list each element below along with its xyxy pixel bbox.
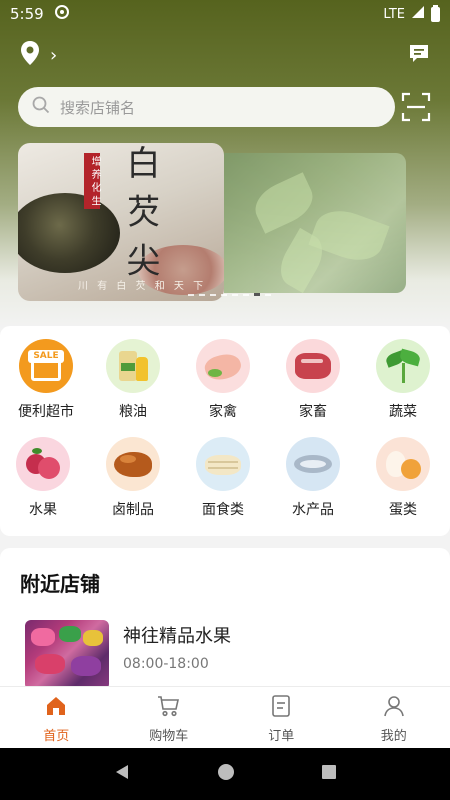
cart-icon	[157, 695, 181, 721]
app-notification-icon	[54, 4, 70, 24]
indicator-dot	[265, 293, 271, 296]
braised-food-icon	[106, 437, 160, 491]
tab-home[interactable]: 首页	[0, 687, 113, 748]
status-time: 5:59	[10, 5, 44, 23]
category-egg[interactable]: 蛋类	[363, 437, 443, 519]
category-grid: SALE 便利超市 粮油 家禽 家畜 蔬菜 水果 卤制品 面食类 水产品 蛋类	[0, 326, 450, 536]
category-poultry[interactable]: 家禽	[183, 339, 263, 421]
indicator-dot	[199, 293, 205, 296]
category-label: 家畜	[299, 404, 327, 420]
category-label: 水果	[29, 502, 57, 518]
noodle-icon	[196, 437, 250, 491]
battery-icon	[431, 4, 440, 22]
category-label: 卤制品	[112, 502, 154, 518]
home-circle-icon[interactable]	[217, 763, 235, 785]
indicator-dot	[188, 293, 194, 296]
promo-banner[interactable]: 增 养 化 生 白 芡 尖 川 有 白 芡 和 天 下	[18, 143, 406, 303]
tab-label: 订单	[268, 729, 295, 744]
category-label: 蔬菜	[389, 404, 417, 420]
tab-label: 购物车	[149, 729, 189, 744]
category-supermarket[interactable]: SALE 便利超市	[6, 339, 86, 421]
category-label: 水产品	[292, 502, 334, 518]
supermarket-sale-icon: SALE	[19, 339, 73, 393]
category-label: 面食类	[202, 502, 244, 518]
message-icon[interactable]	[408, 42, 430, 68]
indicator-dot	[243, 293, 249, 296]
profile-icon	[383, 695, 405, 721]
tab-cart[interactable]: 购物车	[113, 687, 226, 748]
category-seafood[interactable]: 水产品	[273, 437, 353, 519]
tea-leaves-image	[18, 193, 120, 273]
store-hours: 08:00-18:00	[123, 656, 209, 672]
leaf-shape	[248, 172, 320, 234]
indicator-dot-active	[254, 293, 260, 296]
back-icon[interactable]	[113, 763, 131, 785]
tab-label: 首页	[43, 729, 70, 744]
scan-icon[interactable]	[401, 92, 431, 122]
banner-title: 白 芡 尖	[120, 145, 160, 279]
system-nav-bar	[0, 748, 450, 800]
seafood-icon	[286, 437, 340, 491]
category-label: 便利超市	[18, 404, 74, 420]
bottom-tab-bar: 首页 购物车 订单 我的	[0, 686, 450, 748]
category-vegetable[interactable]: 蔬菜	[363, 339, 443, 421]
livestock-meat-icon	[286, 339, 340, 393]
store-thumbnail[interactable]	[25, 620, 109, 690]
category-fruit[interactable]: 水果	[3, 437, 83, 519]
tab-label: 我的	[380, 729, 407, 744]
recents-icon[interactable]	[321, 764, 337, 784]
location-row: ›	[20, 40, 430, 70]
indicator-dot	[221, 293, 227, 296]
nearby-stores-section: 附近店铺 神往精品水果 08:00-18:00	[0, 548, 450, 698]
category-label: 蛋类	[389, 502, 417, 518]
category-livestock[interactable]: 家畜	[273, 339, 353, 421]
category-label: 粮油	[119, 404, 147, 420]
indicator-dot	[210, 293, 216, 296]
signal-icon	[411, 5, 425, 23]
category-braised[interactable]: 卤制品	[93, 437, 173, 519]
banner-subtitle: 川 有 白 芡 和 天 下	[78, 281, 207, 292]
search-placeholder: 搜索店铺名	[60, 98, 136, 117]
banner-slide-leaves[interactable]	[224, 153, 406, 294]
location-pin-icon[interactable]	[20, 40, 40, 70]
category-grain-oil[interactable]: 粮油	[93, 339, 173, 421]
nearby-heading: 附近店铺	[20, 572, 100, 596]
store-name[interactable]: 神往精品水果	[123, 622, 231, 648]
indicator-dot	[232, 293, 238, 296]
status-bar: 5:59 LTE	[0, 0, 450, 28]
fruit-icon	[16, 437, 70, 491]
category-noodle[interactable]: 面食类	[183, 437, 263, 519]
banner-indicator	[188, 293, 271, 296]
banner-slide-tea[interactable]: 增 养 化 生 白 芡 尖 川 有 白 芡 和 天 下	[18, 143, 224, 301]
poultry-icon	[196, 339, 250, 393]
egg-icon	[376, 437, 430, 491]
network-label: LTE	[383, 6, 405, 22]
tab-orders[interactable]: 订单	[225, 687, 338, 748]
order-icon	[271, 695, 291, 721]
location-chevron-icon[interactable]: ›	[50, 45, 57, 66]
banner-seal: 增 养 化 生	[84, 153, 100, 209]
category-label: 家禽	[209, 404, 237, 420]
home-icon	[45, 695, 67, 721]
vegetable-icon	[376, 339, 430, 393]
search-icon	[32, 96, 50, 118]
tab-profile[interactable]: 我的	[338, 687, 450, 748]
search-bar[interactable]: 搜索店铺名	[18, 87, 395, 127]
grain-oil-icon	[106, 339, 160, 393]
